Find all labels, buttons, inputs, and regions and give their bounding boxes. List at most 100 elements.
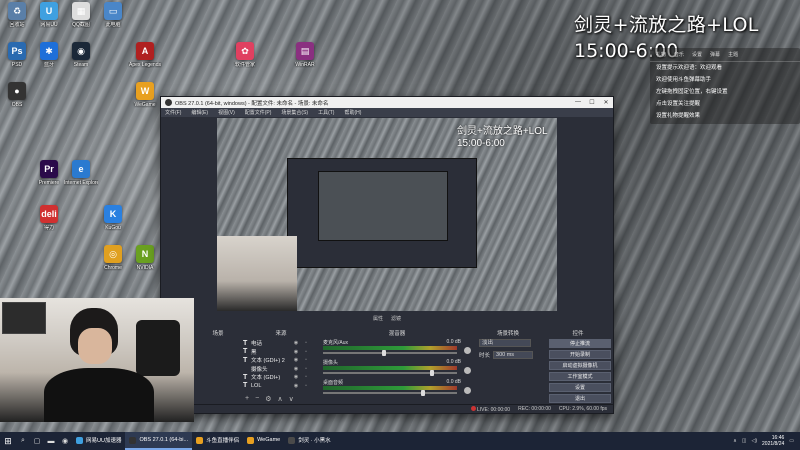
chat-overlay-panel[interactable]: 礼物 音乐 设置 弹幕 主题 设置提示欢迎语：欢迎观看 欢迎使用斗鱼弹幕助手 左键拖拽固定位… [650, 48, 800, 124]
obs-menu-item[interactable]: 配置文件(P) [245, 109, 272, 116]
control-button[interactable]: 退出 [549, 394, 611, 403]
close-icon[interactable]: ✕ [599, 99, 613, 106]
volume-slider-knob[interactable] [429, 370, 434, 376]
source-row[interactable]: T 文本 (GDI+) ◉ ▫ [241, 373, 321, 382]
lock-icon[interactable]: ▫ [301, 340, 311, 346]
desktop-icon[interactable]: W WeGame [130, 82, 160, 120]
network-icon[interactable]: ◫ [742, 438, 747, 444]
chat-toolbar-item[interactable]: 礼物 [656, 51, 666, 58]
transition-select[interactable]: 淡出 [479, 339, 531, 347]
taskbar-app[interactable]: 斗鱼直播伴侣 [192, 432, 243, 450]
chat-toolbar-item[interactable]: 主题 [728, 51, 738, 58]
maximize-icon[interactable]: ☐ [585, 99, 599, 106]
desktop-icon[interactable]: ◎ Chrome [98, 245, 128, 283]
chrome-icon[interactable]: ◉ [58, 432, 72, 450]
visibility-icon[interactable]: ◉ [291, 340, 301, 346]
windows-start-icon[interactable]: ⊞ [0, 432, 16, 450]
desktop-icon[interactable]: ✿ 软件管家 [230, 42, 260, 80]
desktop-icon[interactable]: ● OBS [2, 82, 32, 120]
volume-slider[interactable] [323, 392, 457, 394]
volume-slider-knob[interactable] [381, 350, 386, 356]
control-button[interactable]: 工作室模式 [549, 372, 611, 381]
mixer-gear-icon[interactable] [464, 367, 471, 374]
audio-mixer[interactable]: 麦克风/Aux 0.0 dB 摄像头 0.0 dB 桌面音频 0.0 dB [321, 339, 473, 401]
volume-icon[interactable]: ◁) [752, 438, 758, 444]
chat-toolbar-item[interactable]: 设置 [692, 51, 702, 58]
lock-icon[interactable]: ▫ [301, 374, 311, 380]
obs-titlebar[interactable]: OBS 27.0.1 (64-bit, windows) - 配置文件: 未命名… [161, 97, 613, 108]
desktop-icon[interactable]: Ps PSD [2, 42, 32, 80]
desktop-icon[interactable]: ◉ Steam [66, 42, 96, 80]
move-down-icon[interactable]: ∨ [289, 395, 294, 403]
obs-menu-item[interactable]: 编辑(E) [191, 109, 208, 116]
file-explorer-icon[interactable]: ▬ [44, 432, 58, 450]
obs-window[interactable]: OBS 27.0.1 (64-bit, windows) - 配置文件: 未命名… [160, 96, 614, 414]
mixer-channel[interactable]: 摄像头 0.0 dB [321, 359, 473, 379]
controls-panel[interactable]: 停止推流开始录制启动虚拟摄像机 工作室模式设置退出 [549, 339, 611, 405]
lock-icon[interactable]: ▫ [301, 366, 311, 372]
visibility-icon[interactable]: ◉ [291, 383, 301, 389]
sources-list[interactable]: T 电话 ◉ ▫ T 黑 ◉ ▫ T 文本 (GDI+) 2 ◉ ▫ 摄像头 ◉ ▫ T 文本 (GDI+) ◉ ▫… [241, 339, 321, 393]
desktop-icon[interactable]: ▭ 此电脑 [98, 2, 128, 40]
obs-menu-item[interactable]: 工具(T) [318, 109, 334, 116]
visibility-icon[interactable]: ◉ [291, 349, 301, 355]
notification-icon[interactable]: ▭ [789, 438, 794, 444]
mixer-gear-icon[interactable] [464, 387, 471, 394]
taskbar-app[interactable]: 网易UU加速器 [72, 432, 125, 450]
desktop-icon[interactable]: K KuGou [98, 205, 128, 243]
desktop-icon[interactable]: N NVIDIA [130, 245, 160, 283]
desktop-icon[interactable]: ▤ WinRAR [290, 42, 320, 80]
obs-menu-item[interactable]: 文件(F) [165, 109, 181, 116]
control-button[interactable]: 设置 [549, 383, 611, 392]
chat-toolbar-item[interactable]: 音乐 [674, 51, 684, 58]
desktop-icon[interactable]: A Apex Legends [129, 42, 161, 80]
control-button[interactable]: 停止推流 [549, 339, 611, 348]
desktop-icon[interactable]: Pr Premiere [34, 160, 64, 198]
obs-menu-item[interactable]: 视图(V) [218, 109, 235, 116]
desktop-icon[interactable]: ♻ 回收站 [2, 2, 32, 40]
minimize-icon[interactable]: — [571, 99, 585, 106]
source-row[interactable]: T LOL ◉ ▫ [241, 382, 321, 391]
source-settings-icon[interactable]: ⚙ [265, 395, 271, 403]
control-button[interactable]: 启动虚拟摄像机 [549, 361, 611, 370]
task-view-icon[interactable]: ▢ [30, 432, 44, 450]
desktop-icon[interactable]: deli 得力 [34, 205, 64, 243]
desktop-icon[interactable]: U 网易UU [34, 2, 64, 40]
volume-slider[interactable] [323, 352, 457, 354]
scene-transitions[interactable]: 淡出 时长 300 ms [479, 339, 541, 379]
search-icon[interactable]: ⌕ [16, 432, 30, 450]
obs-menu-item[interactable]: 场景集合(S) [281, 109, 308, 116]
source-row[interactable]: T 文本 (GDI+) 2 ◉ ▫ [241, 356, 321, 365]
taskbar-app[interactable]: WeGame [243, 432, 284, 450]
clock[interactable]: 16:46 2021/8/24 [762, 435, 784, 447]
mixer-gear-icon[interactable] [464, 347, 471, 354]
visibility-icon[interactable]: ◉ [291, 374, 301, 380]
taskbar-app[interactable]: 剑灵 · 小黑水 [284, 432, 334, 450]
source-row[interactable]: 摄像头 ◉ ▫ [241, 365, 321, 374]
desktop-icon[interactable]: ▦ QQ截图 [66, 2, 96, 40]
taskbar-app[interactable]: OBS 27.0.1 (64-bi... [125, 432, 193, 450]
desktop-icon[interactable]: e Internet Explorer [64, 160, 98, 198]
volume-slider-knob[interactable] [420, 390, 425, 396]
desktop-icon[interactable]: ✱ 蓝牙 [34, 42, 64, 80]
tray-up-icon[interactable]: ∧ [733, 438, 737, 444]
source-row[interactable]: T 黑 ◉ ▫ [241, 348, 321, 357]
filters-button[interactable]: 滤镜 [391, 315, 401, 324]
obs-menu-item[interactable]: 帮助(H) [344, 109, 361, 116]
properties-button[interactable]: 属性 [373, 315, 383, 324]
obs-preview[interactable]: 剑灵+流放之路+LOL 15:00-6:00 [217, 118, 557, 311]
remove-source-icon[interactable]: − [255, 395, 259, 403]
lock-icon[interactable]: ▫ [301, 357, 311, 363]
volume-slider[interactable] [323, 372, 457, 374]
control-button[interactable]: 开始录制 [549, 350, 611, 359]
source-row[interactable]: T 电话 ◉ ▫ [241, 339, 321, 348]
visibility-icon[interactable]: ◉ [291, 357, 301, 363]
move-up-icon[interactable]: ∧ [277, 395, 282, 403]
mixer-channel[interactable]: 麦克风/Aux 0.0 dB [321, 339, 473, 359]
lock-icon[interactable]: ▫ [301, 349, 311, 355]
mixer-channel[interactable]: 桌面音频 0.0 dB [321, 379, 473, 399]
lock-icon[interactable]: ▫ [301, 383, 311, 389]
add-source-icon[interactable]: + [245, 395, 249, 403]
duration-input[interactable]: 300 ms [493, 351, 534, 359]
chat-toolbar-item[interactable]: 弹幕 [710, 51, 720, 58]
